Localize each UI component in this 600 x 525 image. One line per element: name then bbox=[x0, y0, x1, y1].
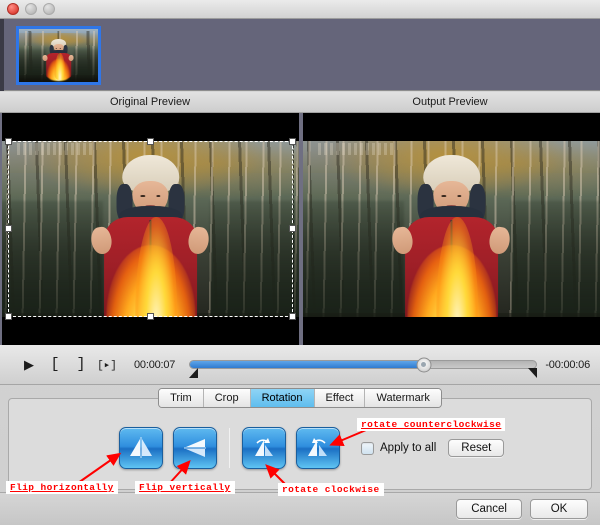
timeline-track[interactable] bbox=[189, 357, 538, 372]
mark-in-icon[interactable]: [ bbox=[42, 353, 68, 377]
letterbox-bottom bbox=[303, 317, 600, 345]
output-video-frame bbox=[303, 113, 600, 345]
transport-bar: ▶ [ ] [▸] 00:00:07 -00:00:06 bbox=[0, 345, 600, 385]
timeline-knob[interactable] bbox=[416, 357, 432, 372]
split-clip-icon[interactable]: [▸] bbox=[94, 353, 120, 377]
letterbox-top bbox=[303, 113, 600, 141]
annotation-rotate-counterclockwise: rotate counterclockwise bbox=[357, 418, 506, 431]
original-video-frame bbox=[2, 113, 299, 345]
clip-thumbnail-1[interactable] bbox=[16, 26, 101, 85]
letterbox-top bbox=[2, 113, 299, 141]
output-preview-pane[interactable] bbox=[303, 113, 600, 345]
original-preview-pane[interactable] bbox=[2, 113, 299, 345]
maximize-window-button[interactable] bbox=[43, 3, 55, 15]
title-bar bbox=[0, 0, 600, 19]
current-time-label: 00:00:07 bbox=[134, 358, 176, 371]
eye-left bbox=[140, 194, 146, 198]
preview-headers: Original Preview Output Preview bbox=[0, 92, 600, 113]
video-watermark bbox=[317, 143, 396, 155]
eye-right bbox=[155, 194, 161, 198]
thumbnail-scene bbox=[19, 29, 98, 82]
trim-start-marker[interactable] bbox=[189, 367, 199, 378]
eye-left bbox=[441, 194, 447, 198]
play-icon[interactable]: ▶ bbox=[16, 353, 42, 377]
output-preview-label: Output Preview bbox=[412, 96, 488, 108]
mark-out-icon[interactable]: ] bbox=[68, 353, 94, 377]
original-preview-label: Original Preview bbox=[109, 96, 191, 108]
annotation-arrows bbox=[77, 424, 379, 488]
eye-right bbox=[456, 194, 462, 198]
trim-end-marker[interactable] bbox=[528, 367, 538, 378]
letterbox-bottom bbox=[2, 317, 299, 345]
remaining-time-label: -00:00:06 bbox=[545, 358, 590, 371]
video-watermark bbox=[16, 143, 95, 155]
annotation-flip-horizontally: Flip horizontally bbox=[6, 481, 118, 494]
minimize-window-button[interactable] bbox=[25, 3, 37, 15]
clip-thumbnail-strip bbox=[0, 19, 600, 91]
timeline-progress bbox=[190, 361, 424, 368]
annotation-rotate-clockwise: rotate clockwise bbox=[278, 483, 384, 496]
timeline-slider[interactable] bbox=[189, 353, 538, 378]
video-editor-window: Original Preview Output Preview ▶ [] [▸… bbox=[0, 0, 600, 525]
eye-right bbox=[59, 47, 62, 49]
annotation-flip-vertically: Flip vertically bbox=[135, 481, 235, 494]
preview-area bbox=[0, 113, 600, 345]
close-window-button[interactable] bbox=[7, 3, 19, 15]
strip-left-edge bbox=[0, 19, 4, 91]
eye-left bbox=[55, 47, 58, 49]
